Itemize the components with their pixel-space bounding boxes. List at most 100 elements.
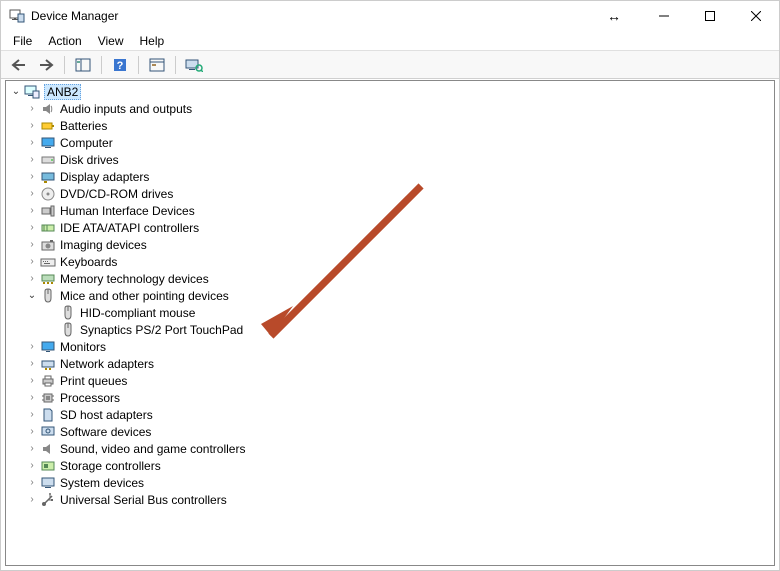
usb-icon: [40, 492, 56, 508]
menu-file[interactable]: File: [5, 32, 40, 50]
category-label: IDE ATA/ATAPI controllers: [60, 221, 199, 235]
chevron-right-icon[interactable]: ›: [26, 426, 38, 438]
chevron-right-icon[interactable]: ›: [26, 154, 38, 166]
toolbar-separator: [64, 56, 65, 74]
chevron-right-icon[interactable]: ›: [26, 188, 38, 200]
chevron-right-icon[interactable]: ›: [26, 256, 38, 268]
category-system-devices[interactable]: › System devices: [6, 474, 774, 491]
category-label: Print queues: [60, 374, 127, 388]
category-label: Batteries: [60, 119, 107, 133]
chevron-right-icon[interactable]: ›: [26, 341, 38, 353]
forward-button[interactable]: [34, 54, 58, 76]
category-keyboards[interactable]: › Keyboards: [6, 253, 774, 270]
mouse-icon: [40, 288, 56, 304]
mouse-icon: [60, 305, 76, 321]
category-hid[interactable]: › Human Interface Devices: [6, 202, 774, 219]
chevron-right-icon[interactable]: ›: [26, 494, 38, 506]
menu-help[interactable]: Help: [132, 32, 173, 50]
menu-view[interactable]: View: [90, 32, 132, 50]
computer-icon: [40, 135, 56, 151]
category-sound-video-game[interactable]: › Sound, video and game controllers: [6, 440, 774, 457]
toolbar-separator: [138, 56, 139, 74]
category-batteries[interactable]: › Batteries: [6, 117, 774, 134]
device-label: Synaptics PS/2 Port TouchPad: [80, 323, 243, 337]
audio-icon: [40, 101, 56, 117]
category-computer[interactable]: › Computer: [6, 134, 774, 151]
category-label: Disk drives: [60, 153, 119, 167]
category-label: Monitors: [60, 340, 106, 354]
device-synaptics-touchpad[interactable]: › Synaptics PS/2 Port TouchPad: [6, 321, 774, 338]
category-display-adapters[interactable]: › Display adapters: [6, 168, 774, 185]
storage-controller-icon: [40, 458, 56, 474]
properties-button[interactable]: [145, 54, 169, 76]
dvd-icon: [40, 186, 56, 202]
toolbar: ?: [1, 51, 779, 79]
window-title: Device Manager: [31, 9, 118, 23]
chevron-right-icon[interactable]: ›: [26, 273, 38, 285]
chevron-right-icon[interactable]: ›: [26, 358, 38, 370]
chevron-down-icon[interactable]: ⌄: [10, 86, 22, 98]
toolbar-separator: [101, 56, 102, 74]
category-mice[interactable]: ⌄ Mice and other pointing devices: [6, 287, 774, 304]
chevron-right-icon[interactable]: ›: [26, 409, 38, 421]
chevron-down-icon[interactable]: ⌄: [26, 290, 38, 302]
chevron-right-icon[interactable]: ›: [26, 171, 38, 183]
tree-root[interactable]: ⌄ ANB2: [6, 83, 774, 100]
cpu-icon: [40, 390, 56, 406]
menu-action[interactable]: Action: [40, 32, 89, 50]
scan-hardware-button[interactable]: [182, 54, 206, 76]
help-button[interactable]: ?: [108, 54, 132, 76]
chevron-right-icon[interactable]: ›: [26, 137, 38, 149]
svg-text:?: ?: [117, 60, 124, 72]
disk-icon: [40, 152, 56, 168]
titlebar: Device Manager ↔: [1, 1, 779, 31]
device-hid-mouse[interactable]: › HID-compliant mouse: [6, 304, 774, 321]
category-storage-controllers[interactable]: › Storage controllers: [6, 457, 774, 474]
chevron-right-icon[interactable]: ›: [26, 205, 38, 217]
category-label: Keyboards: [60, 255, 117, 269]
category-label: System devices: [60, 476, 144, 490]
device-label: HID-compliant mouse: [80, 306, 195, 320]
network-icon: [40, 356, 56, 372]
software-icon: [40, 424, 56, 440]
chevron-right-icon[interactable]: ›: [26, 222, 38, 234]
category-dvd[interactable]: › DVD/CD-ROM drives: [6, 185, 774, 202]
category-memory-tech[interactable]: › Memory technology devices: [6, 270, 774, 287]
category-audio[interactable]: › Audio inputs and outputs: [6, 100, 774, 117]
monitor-icon: [40, 339, 56, 355]
category-print-queues[interactable]: › Print queues: [6, 372, 774, 389]
minimize-button[interactable]: [641, 1, 687, 31]
close-button[interactable]: [733, 1, 779, 31]
category-label: Network adapters: [60, 357, 154, 371]
show-hide-console-tree-button[interactable]: [71, 54, 95, 76]
maximize-button[interactable]: [687, 1, 733, 31]
category-usb-controllers[interactable]: › Universal Serial Bus controllers: [6, 491, 774, 508]
chevron-right-icon[interactable]: ›: [26, 477, 38, 489]
resize-horizontal-icon: ↔: [607, 8, 621, 24]
category-label: Storage controllers: [60, 459, 161, 473]
chevron-right-icon[interactable]: ›: [26, 239, 38, 251]
chevron-right-icon[interactable]: ›: [26, 392, 38, 404]
category-software-devices[interactable]: › Software devices: [6, 423, 774, 440]
category-label: Processors: [60, 391, 120, 405]
back-button[interactable]: [7, 54, 31, 76]
category-disk-drives[interactable]: › Disk drives: [6, 151, 774, 168]
category-imaging[interactable]: › Imaging devices: [6, 236, 774, 253]
chevron-right-icon[interactable]: ›: [26, 443, 38, 455]
category-label: Sound, video and game controllers: [60, 442, 245, 456]
category-network[interactable]: › Network adapters: [6, 355, 774, 372]
chevron-right-icon[interactable]: ›: [26, 120, 38, 132]
category-label: Audio inputs and outputs: [60, 102, 192, 116]
category-processors[interactable]: › Processors: [6, 389, 774, 406]
category-label: Display adapters: [60, 170, 149, 184]
chevron-right-icon[interactable]: ›: [26, 103, 38, 115]
keyboard-icon: [40, 254, 56, 270]
menubar: File Action View Help: [1, 31, 779, 51]
category-sd-host[interactable]: › SD host adapters: [6, 406, 774, 423]
category-ide[interactable]: › IDE ATA/ATAPI controllers: [6, 219, 774, 236]
device-tree-panel[interactable]: ⌄ ANB2 › Audio inputs and outputs › Batt…: [5, 80, 775, 566]
chevron-right-icon[interactable]: ›: [26, 375, 38, 387]
mouse-icon: [60, 322, 76, 338]
category-monitors[interactable]: › Monitors: [6, 338, 774, 355]
chevron-right-icon[interactable]: ›: [26, 460, 38, 472]
